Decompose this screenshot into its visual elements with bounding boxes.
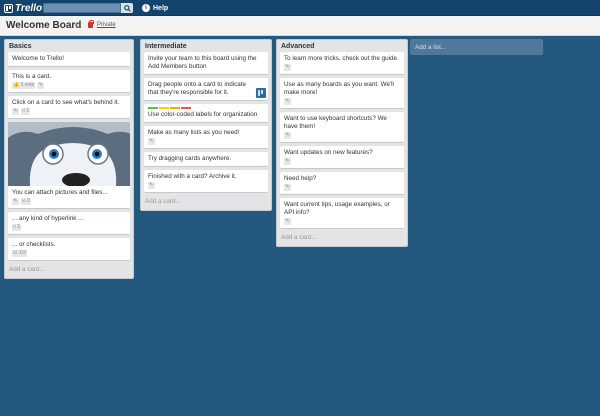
search-icon: [123, 4, 131, 12]
comment-count: 1: [26, 108, 30, 114]
pencil-icon[interactable]: ✎: [284, 158, 291, 165]
label-orange: [170, 107, 180, 109]
lock-icon: [88, 20, 94, 28]
card-title: Make as many lists as you need!: [148, 129, 240, 136]
card-title: ... any kind of hyperlink ...: [12, 215, 84, 222]
add-card-button[interactable]: Add a card...: [144, 196, 268, 210]
card-title: Want updates on new features?: [284, 149, 373, 156]
card-labels: [148, 107, 264, 109]
list-card[interactable]: Use as many boards as you want. We'll ma…: [280, 78, 404, 109]
pencil-icon[interactable]: ✎: [37, 82, 45, 89]
list-card[interactable]: Click on a card to see what's behind it.…: [8, 96, 130, 119]
search-input[interactable]: [43, 3, 121, 13]
label-green: [148, 107, 158, 109]
list-card[interactable]: Invite your team to this board using the…: [144, 52, 268, 75]
board-title[interactable]: Welcome Board: [6, 20, 81, 31]
card-title: Want to use keyboard shortcuts? We have …: [284, 115, 387, 130]
card-title: This is a card.: [12, 73, 52, 80]
list-card[interactable]: This is a card. 👍 1 vote ✎: [8, 70, 130, 93]
list-card[interactable]: Want current tips, usage examples, or AP…: [280, 198, 404, 229]
list-card[interactable]: ... any kind of hyperlink ... □ 1: [8, 212, 130, 235]
comment-badge: □ 1: [21, 108, 31, 115]
pencil-icon[interactable]: ✎: [284, 218, 291, 225]
card-title: Need help?: [284, 175, 317, 182]
list-card[interactable]: Want to use keyboard shortcuts? We have …: [280, 112, 404, 143]
list-title[interactable]: Basics: [8, 40, 130, 52]
list-card[interactable]: Try dragging cards anywhere.: [144, 152, 268, 167]
list-card[interactable]: You can attach pictures and files... ✎ ∞…: [8, 122, 130, 209]
paperclip-icon: ∞: [22, 198, 26, 204]
trello-logo[interactable]: Trello: [4, 2, 43, 14]
pencil-icon[interactable]: ✎: [284, 64, 291, 71]
pencil-icon[interactable]: ✎: [12, 108, 19, 115]
card-title: To learn more tricks, check out the guid…: [284, 55, 399, 62]
card-title: Invite your team to this board using the…: [148, 55, 257, 70]
pencil-icon[interactable]: ✎: [284, 184, 291, 191]
add-card-button[interactable]: Add a card...: [280, 232, 404, 246]
attachment-count: 2: [26, 198, 30, 204]
husky-mascot-image: [8, 122, 130, 186]
list-title[interactable]: Intermediate: [144, 40, 268, 52]
card-title: Finished with a card? Archive it.: [148, 173, 237, 180]
checklist-count: 1/3: [18, 250, 26, 256]
comment-count: 1: [17, 224, 21, 230]
add-card-button[interactable]: Add a card...: [8, 264, 130, 278]
list-card[interactable]: To learn more tricks, check out the guid…: [280, 52, 404, 75]
attachment-badge: ∞ 2: [21, 198, 31, 205]
label-yellow: [159, 107, 169, 109]
card-title: Want current tips, usage examples, or AP…: [284, 201, 390, 216]
card-title: ... or checklists.: [12, 241, 56, 248]
comment-icon: □: [13, 224, 17, 230]
card-title: Try dragging cards anywhere.: [148, 155, 232, 162]
trello-logo-icon: [4, 3, 13, 13]
list-intermediate: Intermediate Invite your team to this bo…: [140, 39, 272, 211]
logo-text: Trello: [15, 2, 43, 14]
member-avatar[interactable]: [256, 88, 266, 98]
list-basics: Basics Welcome to Trello! This is a card…: [4, 39, 134, 279]
husky-cover-image: [8, 122, 130, 186]
search-button[interactable]: [121, 3, 133, 13]
comment-icon: □: [22, 108, 26, 114]
label-red: [181, 107, 191, 109]
card-title: Welcome to Trello!: [12, 55, 65, 62]
help-label: Help: [153, 4, 169, 12]
privacy-link[interactable]: Private: [97, 22, 116, 28]
list-card[interactable]: Welcome to Trello!: [8, 52, 130, 67]
list-title[interactable]: Advanced: [280, 40, 404, 52]
board-header: Welcome Board ✎ Private: [0, 16, 600, 36]
list-card[interactable]: Drag people onto a card to indicate that…: [144, 78, 268, 101]
pencil-icon[interactable]: ✎: [148, 182, 155, 189]
vote-count: 1 vote: [20, 82, 35, 88]
list-card[interactable]: Use color-coded labels for organization: [144, 104, 268, 123]
card-title: You can attach pictures and files...: [12, 189, 108, 196]
list-card[interactable]: ... or checklists. ☑ 1/3: [8, 238, 130, 261]
comment-badge: □ 1: [12, 224, 22, 231]
pencil-icon[interactable]: ✎: [284, 132, 291, 139]
add-list-button[interactable]: Add a list...: [410, 39, 543, 55]
help-icon: i: [142, 4, 150, 12]
card-title: Use color-coded labels for organization: [148, 111, 258, 118]
top-header: Trello i Help: [0, 0, 600, 16]
list-card[interactable]: Finished with a card? Archive it. ✎: [144, 170, 268, 193]
pencil-icon[interactable]: ✎: [148, 138, 155, 145]
help-button[interactable]: i Help: [142, 3, 168, 13]
checklist-badge: ☑ 1/3: [12, 250, 27, 257]
list-card[interactable]: Want updates on new features? ✎: [280, 146, 404, 169]
list-card[interactable]: Make as many lists as you need! ✎: [144, 126, 268, 149]
card-title: Click on a card to see what's behind it.: [12, 99, 120, 106]
card-title: Use as many boards as you want. We'll ma…: [284, 81, 394, 96]
pencil-icon[interactable]: ✎: [74, 22, 80, 30]
pencil-icon[interactable]: ✎: [284, 98, 291, 105]
list-card[interactable]: Need help? ✎: [280, 172, 404, 195]
checklist-icon: ☑: [13, 250, 18, 256]
pencil-icon[interactable]: ✎: [12, 198, 19, 205]
card-title: Drag people onto a card to indicate that…: [148, 81, 247, 96]
vote-badge: 👍 1 vote: [12, 82, 36, 89]
list-advanced: Advanced To learn more tricks, check out…: [276, 39, 408, 247]
